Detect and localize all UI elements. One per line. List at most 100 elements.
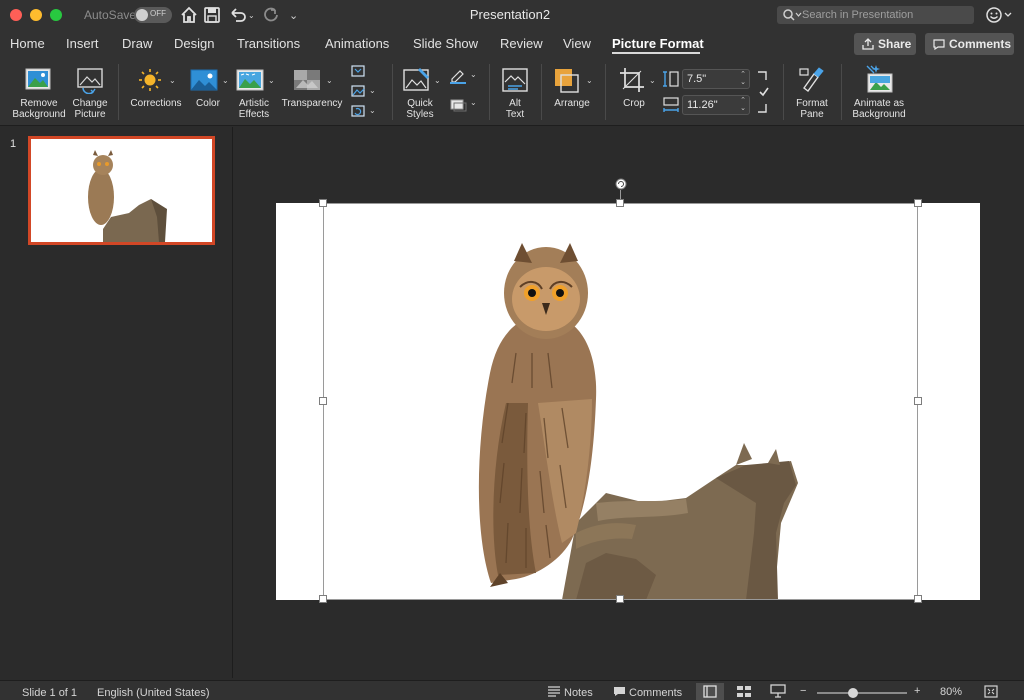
tab-design[interactable]: Design xyxy=(174,36,214,51)
corrections-button[interactable]: ⌄ Corrections xyxy=(125,64,187,122)
alt-text-label: Alt Text xyxy=(505,98,525,120)
color-picture-icon xyxy=(190,69,218,91)
zoom-in-button[interactable]: + xyxy=(914,685,920,697)
language-indicator[interactable]: English (United States) xyxy=(97,687,210,699)
format-pane-button[interactable]: Format Pane xyxy=(789,64,835,122)
picture-border-chevron-icon[interactable]: ⌄ xyxy=(470,70,477,79)
compress-pictures-icon[interactable] xyxy=(350,64,366,78)
artistic-effects-label: Artistic Effects xyxy=(238,98,270,120)
status-bar: Slide 1 of 1 English (United States) Not… xyxy=(0,680,1024,700)
normal-view-icon xyxy=(703,685,717,698)
change-picture-small-icon[interactable] xyxy=(350,84,366,98)
save-icon[interactable] xyxy=(202,5,222,25)
transparency-label: Transparency xyxy=(281,98,343,109)
tab-picture-format[interactable]: Picture Format xyxy=(612,36,704,51)
tab-draw[interactable]: Draw xyxy=(122,36,152,51)
comments-status-icon xyxy=(614,687,625,696)
home-icon[interactable] xyxy=(179,5,199,25)
ribbon-picture-format: Remove Background Change Picture ⌄ Corre… xyxy=(0,60,1024,126)
quick-styles-icon xyxy=(403,68,429,91)
height-stepper[interactable]: ⌃ ⌄ xyxy=(740,71,746,87)
search-input[interactable] xyxy=(802,7,970,23)
color-label: Color xyxy=(196,98,220,109)
resize-handle-top-left[interactable] xyxy=(319,199,327,207)
arrange-chevron-icon: ⌄ xyxy=(586,76,593,85)
ribbon-separator xyxy=(392,64,393,120)
tab-view[interactable]: View xyxy=(563,36,591,51)
resize-handle-bottom-right[interactable] xyxy=(914,595,922,603)
comments-button[interactable]: Comments xyxy=(925,33,1014,55)
feedback-smiley-icon[interactable] xyxy=(985,6,1013,24)
comments-label: Comments xyxy=(949,37,1012,51)
notes-button[interactable]: Notes xyxy=(564,687,593,699)
minimize-window-button[interactable] xyxy=(30,9,42,21)
normal-view-button[interactable] xyxy=(696,683,724,700)
lock-aspect-ratio-icon[interactable] xyxy=(754,70,770,114)
tab-transitions[interactable]: Transitions xyxy=(237,36,300,51)
zoom-out-button[interactable]: − xyxy=(800,685,806,697)
alt-text-button[interactable]: Alt Text xyxy=(495,64,535,122)
picture-effects-icon[interactable] xyxy=(449,96,467,112)
zoom-slider-track[interactable] xyxy=(817,692,907,694)
zoom-window-button[interactable] xyxy=(50,9,62,21)
rotate-handle-icon[interactable] xyxy=(615,178,627,190)
fit-to-window-icon[interactable] xyxy=(984,685,998,698)
picture-effects-chevron-icon[interactable]: ⌄ xyxy=(470,98,477,107)
height-input[interactable] xyxy=(687,72,735,86)
color-button[interactable]: ⌄ Color xyxy=(188,64,232,122)
reset-picture-icon[interactable] xyxy=(350,104,366,118)
redo-icon[interactable] xyxy=(261,5,281,25)
owl-thumbnail-picture xyxy=(88,150,167,242)
zoom-slider-knob[interactable] xyxy=(848,688,858,698)
width-input[interactable] xyxy=(687,98,735,112)
quick-styles-label: Quick Styles xyxy=(406,98,434,120)
search-box[interactable] xyxy=(777,6,974,24)
picture-selection-frame[interactable] xyxy=(323,203,918,600)
zoom-level[interactable]: 80% xyxy=(940,686,962,698)
resize-handle-right[interactable] xyxy=(914,397,922,405)
animate-as-background-icon xyxy=(866,65,893,93)
resize-handle-bottom-left[interactable] xyxy=(319,595,327,603)
presenter-view-icon[interactable] xyxy=(770,684,786,698)
change-picture-button[interactable]: Change Picture xyxy=(68,64,112,122)
corrections-chevron-icon: ⌄ xyxy=(169,76,176,85)
height-field[interactable]: ⌃⌄ xyxy=(682,69,750,89)
tab-home[interactable]: Home xyxy=(10,36,45,51)
transparency-button[interactable]: ⌄ Transparency xyxy=(280,64,346,122)
ribbon-separator xyxy=(605,64,606,120)
change-picture-label: Change Picture xyxy=(72,98,108,120)
picture-border-icon[interactable] xyxy=(449,68,467,84)
animate-as-background-label: Animate as Background xyxy=(852,98,906,120)
shape-height-icon xyxy=(663,71,679,87)
share-button[interactable]: Share xyxy=(854,33,916,55)
undo-icon[interactable] xyxy=(228,5,248,25)
format-pane-label: Format Pane xyxy=(796,98,828,120)
resize-handle-top-right[interactable] xyxy=(914,199,922,207)
share-label: Share xyxy=(878,37,912,51)
remove-background-button[interactable]: Remove Background xyxy=(8,64,70,122)
sun-corrections-icon xyxy=(139,69,161,91)
resize-handle-top[interactable] xyxy=(616,199,624,207)
arrange-button[interactable]: ⌄ Arrange xyxy=(548,64,598,122)
slide-thumbnail[interactable] xyxy=(28,136,215,245)
tab-insert[interactable]: Insert xyxy=(66,36,99,51)
close-window-button[interactable] xyxy=(10,9,22,21)
tab-animations[interactable]: Animations xyxy=(325,36,389,51)
resize-handle-left[interactable] xyxy=(319,397,327,405)
autosave-toggle[interactable]: OFF xyxy=(134,7,172,23)
animate-as-background-button[interactable]: Animate as Background xyxy=(847,64,911,122)
artistic-effects-button[interactable]: ⌄ Artistic Effects xyxy=(232,64,278,122)
reset-picture-chevron-icon[interactable]: ⌄ xyxy=(369,106,376,115)
tab-slide-show[interactable]: Slide Show xyxy=(413,36,478,51)
tab-review[interactable]: Review xyxy=(500,36,543,51)
crop-button[interactable]: ⌄ Crop xyxy=(614,64,658,122)
width-stepper[interactable]: ⌃ ⌄ xyxy=(740,97,746,113)
comments-status-button[interactable]: Comments xyxy=(629,687,682,699)
width-field[interactable]: ⌃⌄ xyxy=(682,95,750,115)
customize-toolbar-chevron-icon[interactable]: ⌄ xyxy=(289,9,298,22)
undo-dropdown-chevron-icon[interactable]: ⌄ xyxy=(248,11,255,20)
resize-handle-bottom[interactable] xyxy=(616,595,624,603)
change-picture-chevron-icon[interactable]: ⌄ xyxy=(369,86,376,95)
quick-styles-button[interactable]: ⌄ Quick Styles xyxy=(398,64,444,122)
slide-sorter-view-icon[interactable] xyxy=(736,685,752,698)
